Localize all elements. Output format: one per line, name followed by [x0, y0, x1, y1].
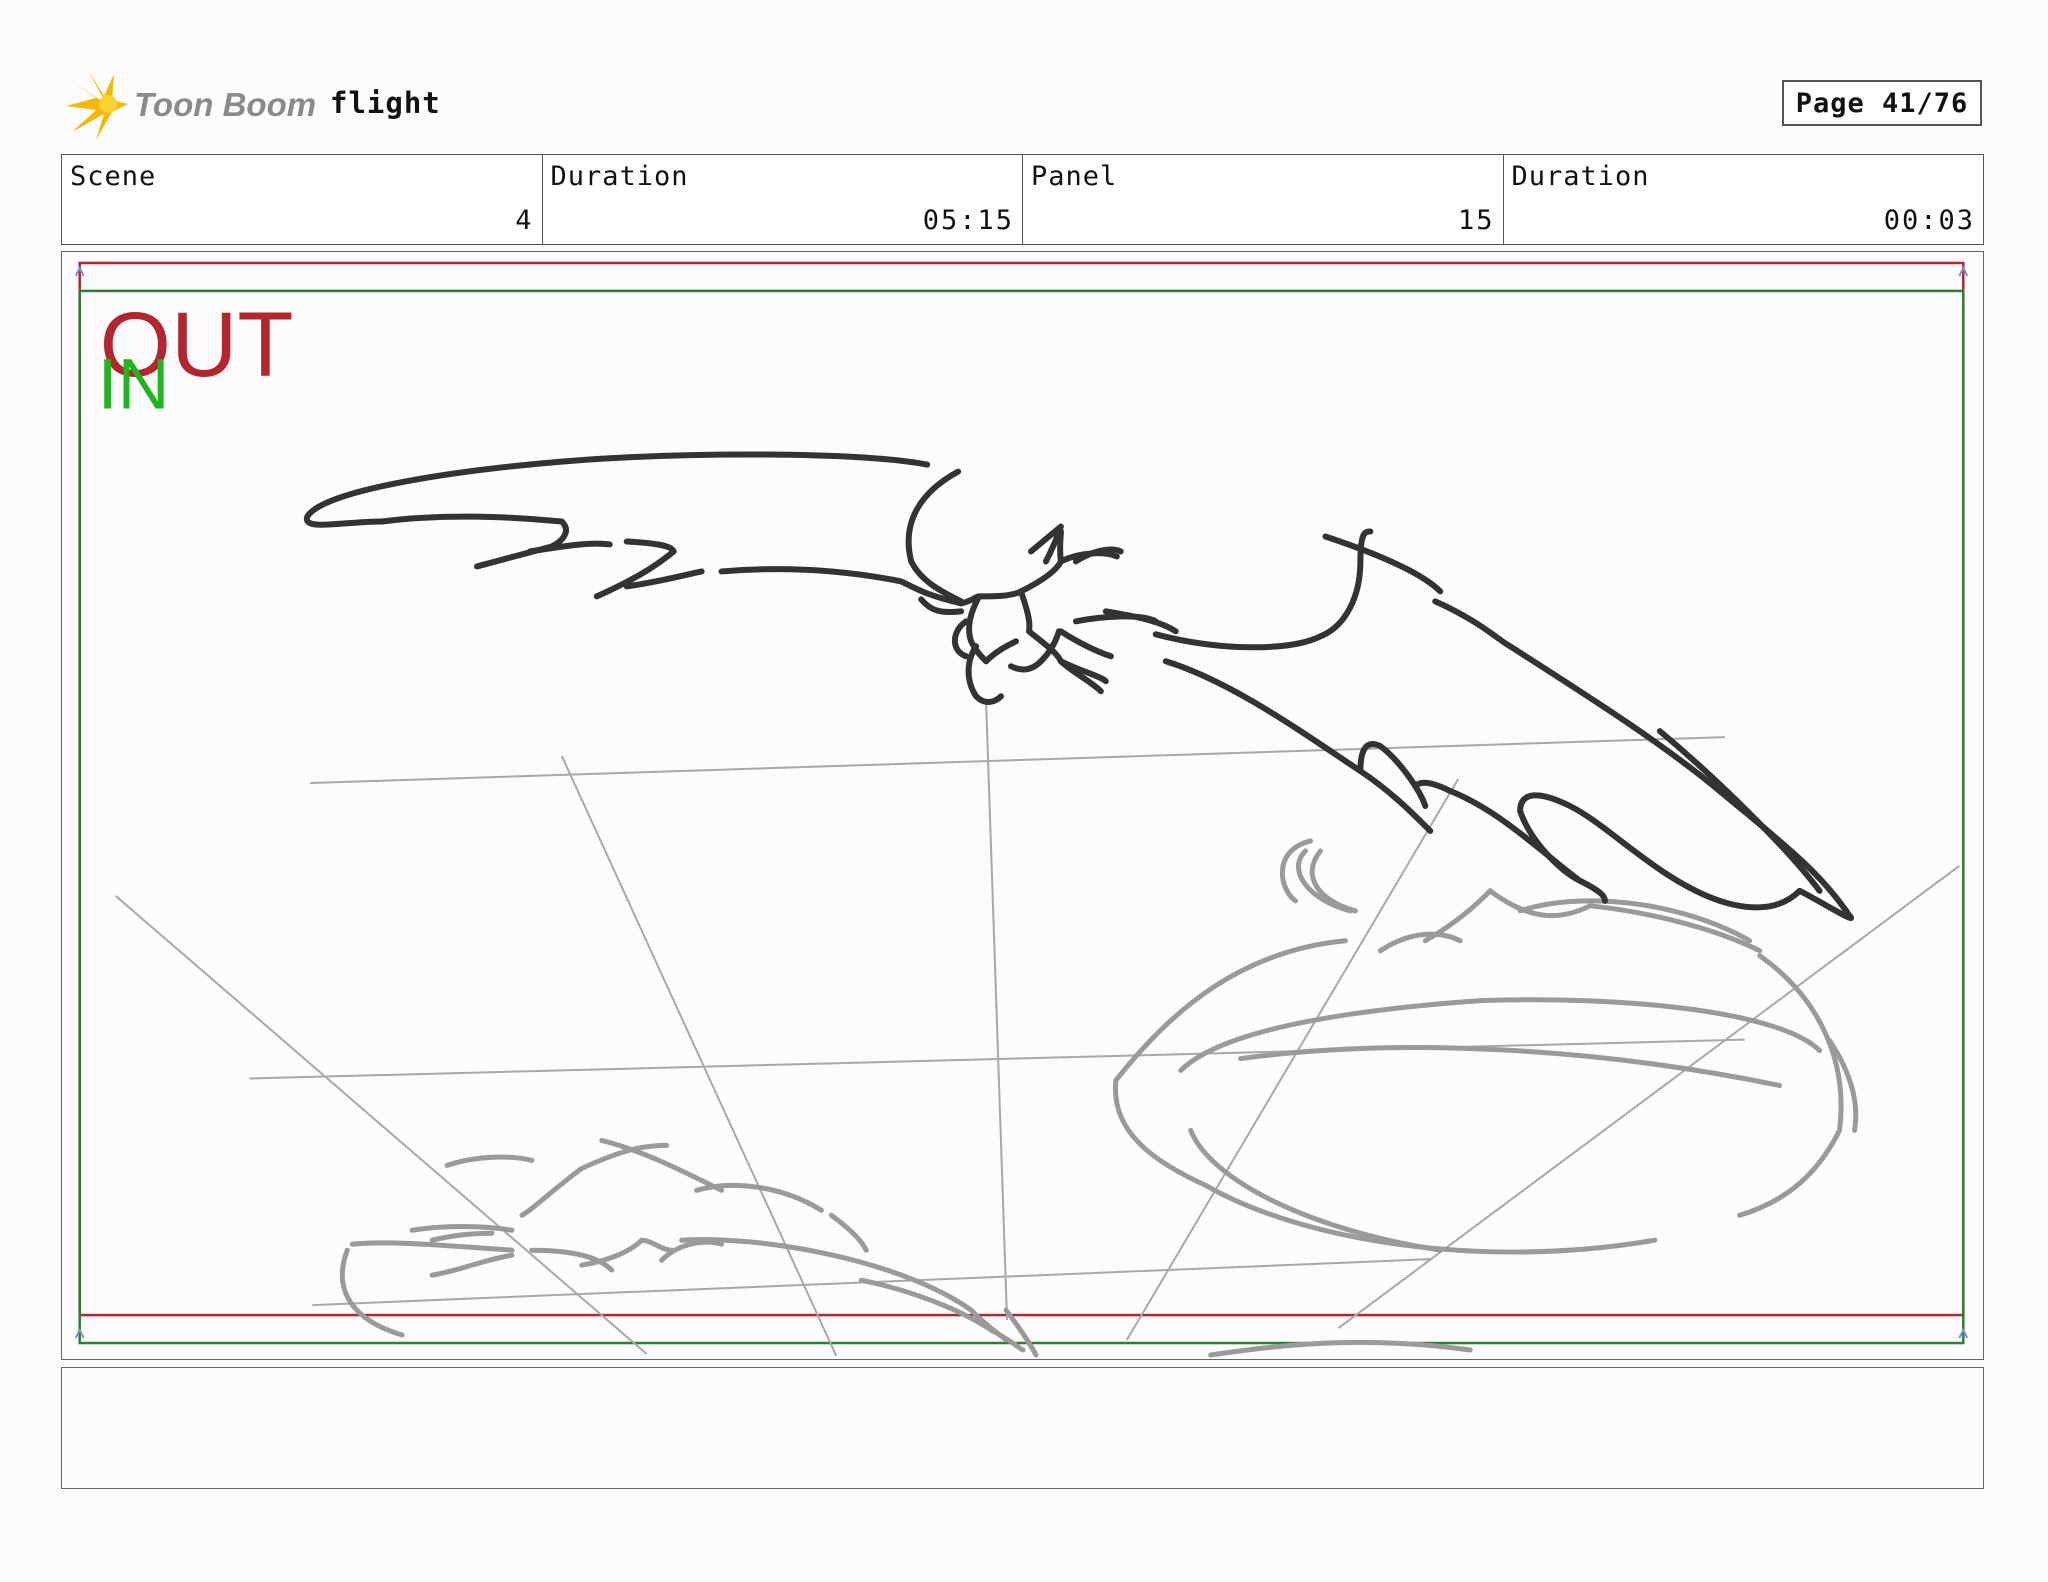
panel-label: Panel	[1031, 161, 1118, 192]
brand-name: Toon Boom	[134, 86, 316, 123]
cloud-sketches	[339, 838, 1859, 1358]
panel-value: 15	[1457, 205, 1495, 236]
scene-duration-value: 05:15	[922, 205, 1014, 236]
storyboard-panel: OUT IN	[61, 251, 1984, 1360]
scene-duration-cell: Duration 05:15	[543, 155, 1023, 244]
frame-corner-markers	[74, 265, 1969, 1339]
page-indicator: Page 41/76	[1782, 80, 1982, 126]
panel-cell: Panel 15	[1023, 155, 1504, 244]
panel-duration-cell: Duration 00:03	[1504, 155, 1984, 244]
out-frame	[78, 261, 1965, 1317]
caption-box	[61, 1367, 1984, 1489]
in-frame	[78, 289, 1965, 1345]
panel-drawing: OUT IN	[74, 261, 1969, 1358]
toon-boom-logo: Toon Boom	[66, 70, 316, 140]
panel-duration-value: 00:03	[1883, 205, 1975, 236]
scene-value: 4	[515, 205, 534, 236]
starburst-icon	[66, 70, 128, 140]
document-title: flight	[330, 86, 441, 120]
scene-cell: Scene 4	[62, 155, 543, 244]
bat-sketch	[304, 451, 1855, 921]
scene-info-table: Scene 4 Duration 05:15 Panel 15 Duration…	[61, 154, 1984, 245]
in-label: IN	[98, 345, 170, 425]
scene-duration-label: Duration	[550, 161, 689, 192]
perspective-guides	[114, 701, 1960, 1357]
scene-label: Scene	[70, 161, 157, 192]
panel-duration-label: Duration	[1511, 161, 1650, 192]
